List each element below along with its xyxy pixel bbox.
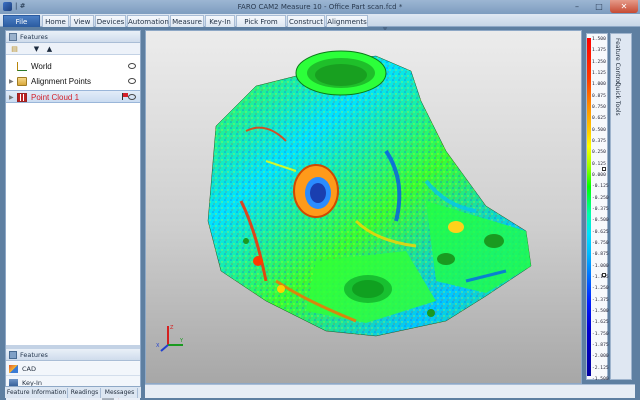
tab-measure[interactable]: Measure <box>170 15 204 27</box>
lower-panel-header[interactable]: Features <box>6 349 140 361</box>
color-scale-label: -1.500 <box>592 377 609 382</box>
lower-panel-item-label: CAD <box>22 365 36 373</box>
tree-item-label: Alignment Points <box>31 77 92 86</box>
title-bar: | # FARO CAM2 Measure 10 - Office Part s… <box>0 0 640 14</box>
lower-panel-title: Features <box>20 351 48 359</box>
deviation-color-scale: 1.500 1.375 1.250 1.125 1.000 0.875 0.750 0.625… <box>586 33 609 382</box>
tab-file[interactable]: File <box>3 15 40 27</box>
triad-x-label: X <box>156 343 160 349</box>
tree-item-label: World <box>31 62 52 71</box>
tab-key-in[interactable]: Key-In <box>205 15 235 27</box>
viewport-status-strip <box>145 384 635 398</box>
tab-pick-from-cad[interactable]: Pick From CAD <box>236 15 286 38</box>
color-scale-label: 0.375 <box>592 139 606 144</box>
move-down-icon[interactable]: ▼ <box>32 45 41 53</box>
color-scale-label: 1.000 <box>592 82 606 88</box>
features-toolbar: ▤ ▼ ▲ <box>6 43 140 55</box>
tab-messages[interactable]: Messages <box>102 388 138 398</box>
window-title: FARO CAM2 Measure 10 - Office Part scan.… <box>237 3 403 11</box>
color-scale-label: 0.750 <box>592 105 606 110</box>
color-scale-label: -0.125 <box>592 184 609 190</box>
color-scale-label: -0.375 <box>592 207 609 212</box>
lower-panel-item-cad[interactable]: CAD <box>6 362 140 376</box>
ribbon-tab-strip: File Home View Devices Automation Measur… <box>0 14 640 38</box>
3d-viewport[interactable]: X Y Z <box>145 30 582 384</box>
tab-feature-control[interactable]: Feature Control <box>614 38 621 84</box>
tab-home[interactable]: Home <box>42 15 69 27</box>
expand-icon[interactable]: ▶ <box>9 78 14 85</box>
color-scale-bar <box>587 38 591 376</box>
visibility-eye-icon[interactable] <box>128 94 136 100</box>
color-scale-label: 0.250 <box>592 150 606 156</box>
tab-feature-information[interactable]: Feature Information <box>6 388 68 398</box>
color-scale-label: 1.375 <box>592 48 606 54</box>
color-scale-label: 1.250 <box>592 59 606 65</box>
expand-icon[interactable]: ▶ <box>9 94 14 101</box>
color-scale-label: 0.000 <box>592 173 606 178</box>
color-scale-label: -1.125 <box>592 275 609 280</box>
tab-construct[interactable]: Construct <box>287 15 325 27</box>
color-scale-label: -1.750 <box>592 331 609 337</box>
features-panel: Features ▤ ▼ ▲ World ▶ Alignment Points … <box>5 30 141 400</box>
color-scale-label: 1.125 <box>592 71 606 76</box>
color-scale-label: -0.250 <box>592 195 609 201</box>
color-scale-label: -1.375 <box>592 297 609 303</box>
color-scale-label: -0.500 <box>592 218 609 224</box>
side-tab-strip: Feature Control Quick Tools <box>610 33 632 380</box>
tree-item-label: Point Cloud 1 <box>31 93 80 102</box>
tab-quick-tools[interactable]: Quick Tools <box>614 82 621 116</box>
coordinate-system-icon <box>17 62 27 71</box>
point-cloud-icon <box>17 93 27 102</box>
feature-tree: World ▶ Alignment Points ▶ Point Cloud 1 <box>6 55 140 345</box>
triad-z-label: Z <box>170 325 174 331</box>
color-scale-label: 0.500 <box>592 127 606 133</box>
color-scale-label: 0.625 <box>592 116 606 122</box>
color-scale-label: -0.625 <box>592 229 609 235</box>
scale-slider-handle[interactable] <box>602 273 606 277</box>
color-scale-label: -0.750 <box>592 241 609 246</box>
color-scale-label: 0.125 <box>592 161 606 167</box>
features-icon <box>9 351 17 359</box>
color-scale-label: -1.875 <box>592 343 609 348</box>
cad-icon <box>9 365 18 373</box>
visibility-eye-icon[interactable] <box>128 78 136 84</box>
color-scale-label: 0.875 <box>592 93 606 99</box>
color-scale-label: -0.875 <box>592 252 609 258</box>
tab-automation[interactable]: Automation <box>127 15 169 27</box>
scanned-part-heatmap[interactable] <box>146 31 582 384</box>
visibility-eye-icon[interactable] <box>128 63 136 69</box>
features-panel-header: Features <box>6 31 140 43</box>
tree-item-point-cloud[interactable]: ▶ Point Cloud 1 <box>6 90 140 103</box>
tab-view[interactable]: View <box>70 15 94 27</box>
new-folder-icon[interactable]: ▤ <box>10 45 19 53</box>
color-scale-label: -1.000 <box>592 263 609 269</box>
color-scale-label: -1.250 <box>592 286 609 292</box>
tree-item-alignment-points[interactable]: ▶ Alignment Points <box>6 75 140 88</box>
axis-triad: X Y Z <box>156 325 184 352</box>
scale-slider-handle[interactable] <box>602 167 606 171</box>
tree-item-world[interactable]: World <box>6 60 140 73</box>
color-scale-label: -2.125 <box>592 365 609 371</box>
tab-devices[interactable]: Devices <box>95 15 126 27</box>
minimize-button[interactable]: – <box>566 0 588 13</box>
color-scale-label: -1.625 <box>592 320 609 326</box>
triad-y-label: Y <box>179 338 184 344</box>
features-panel-title: Features <box>20 33 48 41</box>
close-button[interactable]: ✕ <box>610 0 638 13</box>
move-up-icon[interactable]: ▲ <box>45 45 54 53</box>
tab-readings[interactable]: Readings <box>69 388 101 398</box>
folder-icon <box>17 77 27 86</box>
color-scale-label: 1.500 <box>592 37 606 42</box>
maximize-button[interactable]: □ <box>588 0 610 13</box>
color-scale-labels: 1.500 1.375 1.250 1.125 1.000 0.875 0.750 0.625… <box>592 34 609 382</box>
color-scale-label: -1.500 <box>592 309 609 314</box>
bottom-tab-strip: Feature Information Readings Messages <box>5 386 141 398</box>
color-scale-label: -2.000 <box>592 354 609 360</box>
tab-alignments[interactable]: Alignments <box>326 15 368 27</box>
features-icon <box>9 33 17 41</box>
